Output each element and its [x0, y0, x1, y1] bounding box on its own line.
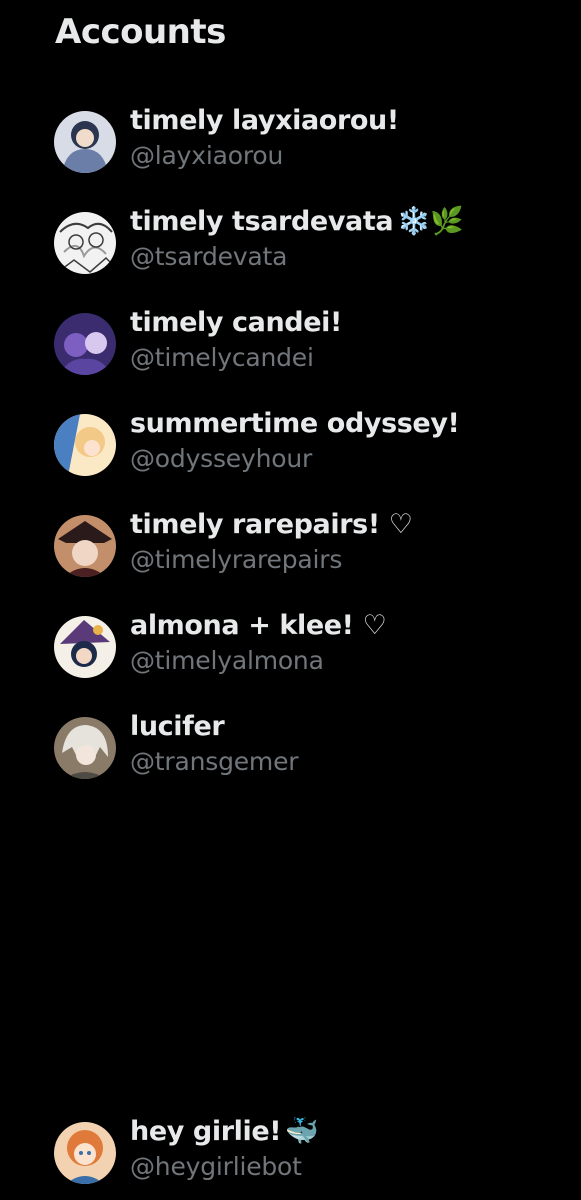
avatar [54, 313, 116, 375]
avatar [54, 717, 116, 779]
account-row-timelyalmona[interactable]: almona + klee! ♡ @timelyalmona [40, 605, 560, 689]
display-name: hey girlie! 🐳 [130, 1116, 319, 1147]
account-row-transgemer[interactable]: lucifer @transgemer [40, 706, 560, 790]
account-handle: @tsardevata [130, 242, 288, 271]
account-handle: @layxiaorou [130, 141, 284, 170]
account-row-timelyrarepairs[interactable]: timely rarepairs! ♡ @timelyrarepairs [40, 504, 560, 588]
avatar [54, 111, 116, 173]
avatar-image [54, 515, 116, 577]
avatar-image [54, 717, 116, 779]
display-name: almona + klee! ♡ [130, 610, 387, 641]
avatar-image [54, 1122, 116, 1184]
avatar [54, 414, 116, 476]
display-name: timely tsardevata ❄️🌿 [130, 206, 464, 237]
avatar-image [54, 616, 116, 678]
account-row-odysseyhour[interactable]: summertime odyssey! @odysseyhour [40, 403, 560, 487]
display-name: timely layxiaorou! [130, 105, 399, 136]
accounts-title: Accounts [55, 12, 226, 52]
account-row-layxiaorou[interactable]: timely layxiaorou! @layxiaorou [40, 100, 560, 184]
avatar [54, 616, 116, 678]
snowflake-leaf-emoji: ❄️🌿 [397, 206, 464, 237]
account-handle: @odysseyhour [130, 444, 313, 473]
avatar-image [54, 212, 116, 274]
display-name: summertime odyssey! [130, 408, 460, 439]
avatar-image [54, 111, 116, 173]
avatar [54, 1122, 116, 1184]
account-row-timelycandei[interactable]: timely candei! @timelycandei [40, 302, 560, 386]
avatar-image [54, 313, 116, 375]
account-handle: @heygirliebot [130, 1152, 302, 1181]
whale-emoji: 🐳 [285, 1116, 319, 1147]
account-handle: @timelyalmona [130, 646, 324, 675]
display-name: lucifer [130, 711, 225, 742]
account-row-tsardevata[interactable]: timely tsardevata ❄️🌿 @tsardevata [40, 201, 560, 285]
display-name: timely candei! [130, 307, 342, 338]
account-handle: @timelyrarepairs [130, 545, 343, 574]
display-name: timely rarepairs! ♡ [130, 509, 413, 540]
avatar [54, 515, 116, 577]
account-row-heygirliebot[interactable]: hey girlie! 🐳 @heygirliebot [40, 1111, 560, 1195]
account-handle: @timelycandei [130, 343, 314, 372]
account-handle: @transgemer [130, 747, 299, 776]
avatar-image [54, 414, 116, 476]
avatar [54, 212, 116, 274]
